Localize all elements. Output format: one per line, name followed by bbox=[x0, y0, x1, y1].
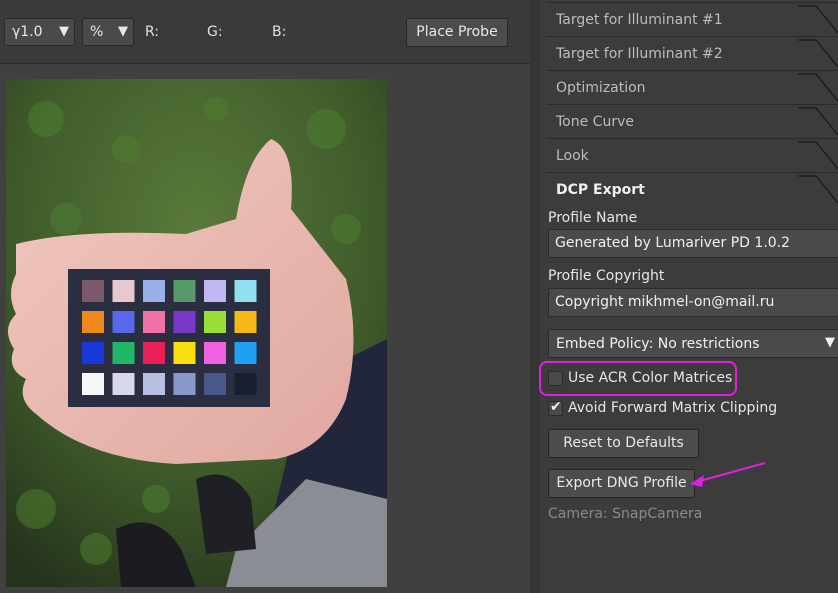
avoid-forward-label: Avoid Forward Matrix Clipping bbox=[568, 400, 778, 416]
unit-dropdown-value: % bbox=[90, 24, 104, 40]
color-patch bbox=[173, 311, 196, 333]
color-patch bbox=[204, 311, 226, 333]
profile-copyright-label: Profile Copyright bbox=[548, 268, 665, 284]
color-patch bbox=[143, 342, 165, 364]
section-look[interactable]: Look bbox=[546, 138, 838, 172]
color-patch bbox=[204, 280, 226, 302]
place-probe-button[interactable]: Place Probe bbox=[406, 18, 508, 47]
section-target-illuminant-2[interactable]: Target for Illuminant #2 bbox=[546, 36, 838, 70]
image-viewer[interactable] bbox=[0, 64, 530, 593]
color-patch bbox=[112, 342, 135, 364]
section-tab-edge bbox=[798, 141, 838, 170]
unit-dropdown[interactable]: % ▼ bbox=[82, 18, 134, 46]
gamma-dropdown[interactable]: γ1.0 ▼ bbox=[4, 18, 75, 46]
checkmark-icon: ✔ bbox=[550, 399, 562, 415]
b-readout-label: B: bbox=[272, 24, 287, 40]
embed-policy-dropdown[interactable]: Embed Policy: No restrictions ▼ bbox=[548, 329, 838, 358]
annotation-arrow-icon bbox=[690, 462, 766, 487]
reset-defaults-button[interactable]: Reset to Defaults bbox=[548, 429, 699, 458]
triangle-down-icon: ▼ bbox=[118, 24, 128, 39]
section-label: Tone Curve bbox=[556, 114, 634, 130]
color-patch bbox=[234, 280, 257, 302]
color-patch bbox=[143, 373, 165, 395]
color-patch bbox=[143, 311, 165, 333]
color-patch bbox=[112, 373, 135, 395]
section-tab-edge bbox=[798, 107, 838, 136]
profile-name-label: Profile Name bbox=[548, 210, 638, 226]
color-patch bbox=[112, 280, 135, 302]
color-patch bbox=[143, 280, 165, 302]
section-tone-curve[interactable]: Tone Curve bbox=[546, 104, 838, 138]
section-tab-edge bbox=[798, 39, 838, 68]
gamma-dropdown-value: γ1.0 bbox=[12, 24, 43, 40]
section-tab-edge bbox=[798, 73, 838, 102]
color-patch bbox=[234, 311, 257, 333]
section-label: Target for Illuminant #1 bbox=[556, 12, 723, 28]
color-patch bbox=[82, 280, 104, 302]
section-label: DCP Export bbox=[556, 182, 645, 198]
section-label: Optimization bbox=[556, 80, 646, 96]
color-patch bbox=[234, 342, 257, 364]
section-label: Look bbox=[556, 148, 589, 164]
color-patch bbox=[82, 342, 104, 364]
section-optimization[interactable]: Optimization bbox=[546, 70, 838, 104]
profile-copyright-input[interactable]: Copyright mikhmel-on@mail.ru bbox=[548, 288, 838, 317]
r-readout-label: R: bbox=[145, 24, 160, 40]
color-patch bbox=[204, 342, 226, 364]
color-patch bbox=[173, 373, 196, 395]
camera-info: Camera: SnapCamera bbox=[548, 506, 703, 522]
g-readout-label: G: bbox=[207, 24, 223, 40]
annotation-highlight-box bbox=[539, 361, 737, 396]
export-dng-profile-button[interactable]: Export DNG Profile bbox=[548, 469, 695, 498]
profile-name-input[interactable]: Generated by Lumariver PD 1.0.2 bbox=[548, 229, 838, 258]
section-target-illuminant-1[interactable]: Target for Illuminant #1 bbox=[546, 2, 838, 36]
panel-splitter[interactable] bbox=[530, 0, 540, 593]
avoid-forward-checkbox[interactable]: ✔ bbox=[548, 399, 563, 416]
color-patch bbox=[204, 373, 226, 395]
color-patch bbox=[112, 311, 135, 333]
color-patch bbox=[82, 373, 104, 395]
triangle-down-icon: ▼ bbox=[825, 335, 835, 350]
app-window: γ1.0 ▼ % ▼ R: G: B: Place Probe Target f… bbox=[0, 0, 838, 593]
color-patch bbox=[173, 280, 196, 302]
section-tab-edge bbox=[798, 175, 838, 204]
color-patch bbox=[234, 373, 257, 395]
photo-image bbox=[6, 79, 387, 587]
triangle-down-icon: ▼ bbox=[59, 24, 69, 39]
photo-preview[interactable] bbox=[6, 79, 387, 587]
color-patch bbox=[82, 311, 104, 333]
settings-panel: Target for Illuminant #1 Target for Illu… bbox=[540, 0, 838, 593]
section-label: Target for Illuminant #2 bbox=[556, 46, 723, 62]
section-dcp-export[interactable]: DCP Export bbox=[546, 172, 838, 206]
avoid-forward-checkbox-row[interactable]: ✔ Avoid Forward Matrix Clipping bbox=[548, 399, 798, 419]
viewer-toolbar: γ1.0 ▼ % ▼ R: G: B: Place Probe bbox=[0, 0, 530, 64]
section-tab-edge bbox=[798, 5, 838, 34]
color-patch bbox=[173, 342, 196, 364]
embed-policy-value: Embed Policy: No restrictions bbox=[556, 336, 760, 352]
